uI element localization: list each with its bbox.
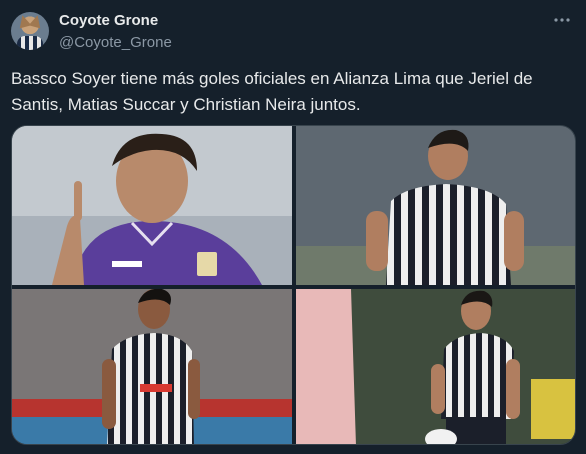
photo-1-image — [12, 126, 292, 285]
avatar[interactable] — [11, 12, 49, 50]
photo-4-image — [296, 289, 575, 444]
photo-3[interactable] — [12, 289, 292, 444]
more-dots — [554, 18, 570, 22]
more-horizontal-icon[interactable] — [552, 10, 572, 30]
photo-4[interactable] — [296, 289, 575, 444]
avatar-ear-right — [28, 13, 44, 29]
tweet-card: Coyote Grone @Coyote_Grone Bassco Soyer … — [0, 0, 586, 454]
photo-2-image — [296, 126, 575, 285]
media-divider-horizontal — [12, 285, 575, 289]
tweet-text: Bassco Soyer tiene más goles oficiales e… — [11, 69, 533, 114]
photo-3-image — [12, 289, 292, 444]
photo-1[interactable] — [12, 126, 292, 285]
author-name[interactable]: Coyote Grone — [59, 12, 158, 29]
avatar-jersey — [17, 36, 43, 50]
photo-2[interactable] — [296, 126, 575, 285]
author-handle[interactable]: @Coyote_Grone — [59, 34, 172, 51]
media-grid — [11, 125, 576, 445]
